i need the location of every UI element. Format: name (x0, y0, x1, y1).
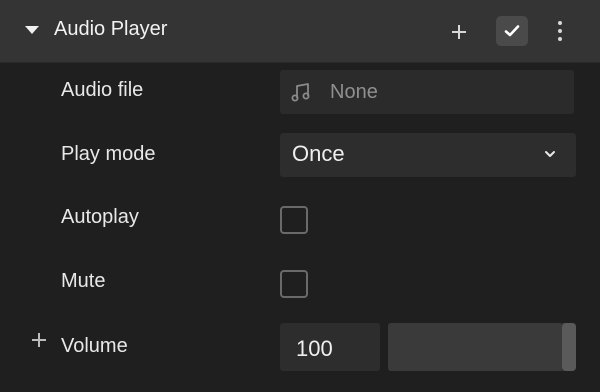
audio-file-value: None (330, 81, 378, 103)
enable-toggle-button[interactable] (496, 16, 528, 46)
chevron-down-icon (545, 151, 555, 157)
mute-checkbox[interactable] (280, 270, 308, 298)
autoplay-label: Autoplay (61, 206, 139, 228)
audio-file-field[interactable]: None (280, 70, 574, 114)
check-icon (504, 25, 520, 37)
more-vertical-icon (558, 21, 562, 25)
mute-label: Mute (61, 270, 106, 292)
plus-icon (32, 333, 46, 347)
volume-slider-fill (388, 323, 562, 371)
volume-label: Volume (61, 335, 128, 357)
music-note-icon (291, 83, 310, 102)
autoplay-checkbox[interactable] (280, 206, 308, 234)
panel-header[interactable]: Audio Player (0, 0, 600, 63)
volume-slider-handle[interactable] (562, 323, 576, 371)
volume-value: 100 (296, 336, 333, 361)
more-options-button[interactable] (552, 18, 568, 44)
caret-down-icon[interactable] (25, 26, 39, 34)
play-mode-select[interactable]: Once (280, 133, 576, 177)
play-mode-label: Play mode (61, 143, 156, 165)
volume-input[interactable]: 100 (280, 323, 380, 371)
plus-icon (452, 25, 466, 39)
panel-title: Audio Player (54, 18, 168, 40)
volume-add-button[interactable] (29, 330, 49, 350)
volume-slider[interactable] (388, 323, 576, 371)
play-mode-value: Once (292, 141, 345, 166)
add-button[interactable] (446, 19, 472, 45)
audio-file-label: Audio file (61, 79, 144, 101)
audio-player-panel: Audio Player Audio file None Play mode O… (0, 0, 600, 392)
